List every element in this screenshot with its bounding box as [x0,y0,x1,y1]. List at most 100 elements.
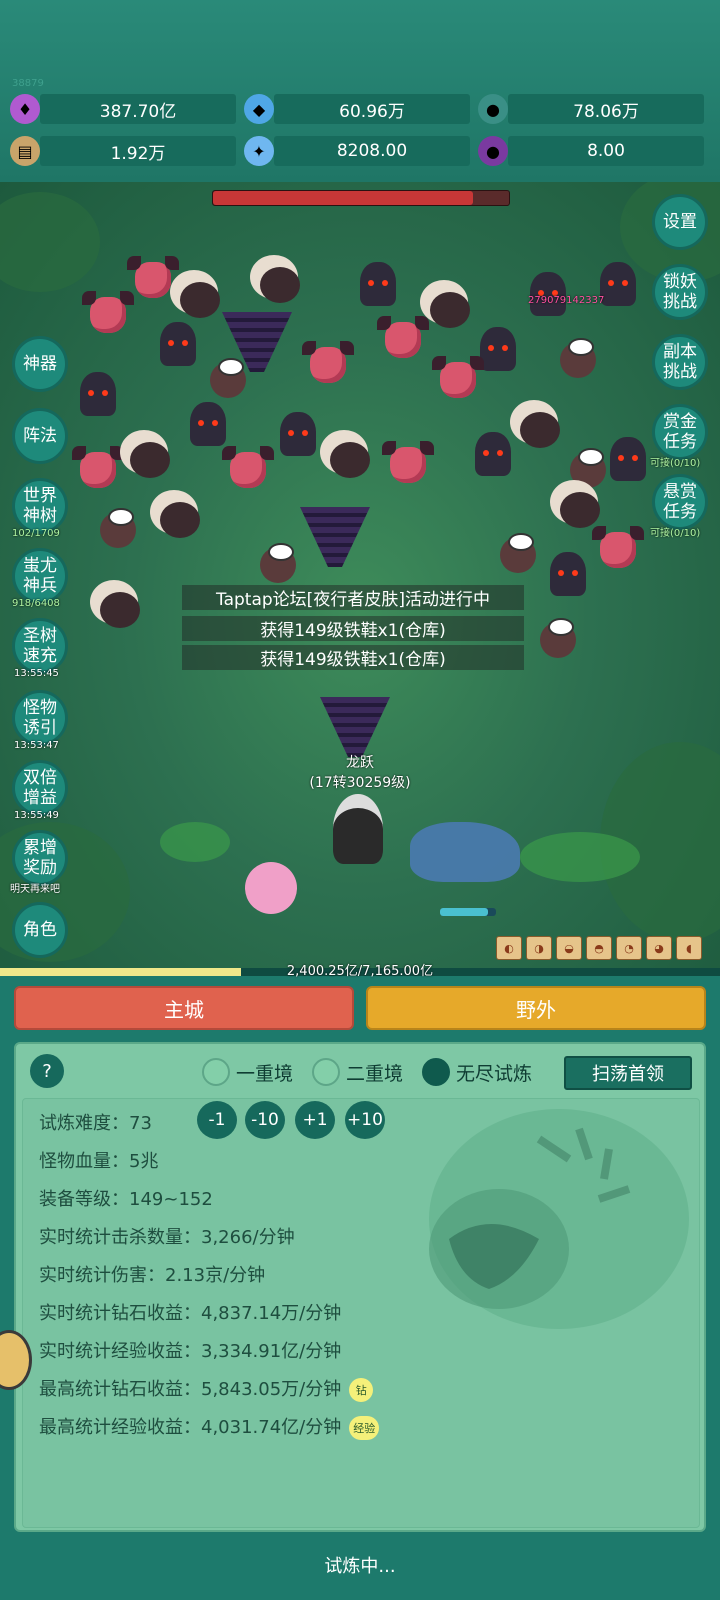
help-button[interactable]: ? [30,1054,64,1088]
monster [210,358,246,398]
boss-health-bar [212,190,510,206]
monster [80,372,116,416]
monster [600,262,636,306]
announcement-message: Taptap论坛[夜行者皮肤]活动进行中 [182,585,524,610]
character-button[interactable]: 角色 [12,902,68,958]
scroll-icon: ▤ [10,136,40,166]
monster [82,291,126,333]
monster [540,618,576,658]
buff-icons: ◐ ◑ ◒ ◓ ◔ ◕ ◖ [496,936,702,960]
monster [550,552,586,596]
resource-header: 38879 387.70亿 ♦ 60.96万 ◆ 78.06万 ● 1.92万 … [0,0,720,182]
monster [100,592,140,628]
demon-lock-challenge-button[interactable]: 锁妖 挑战 [652,264,708,320]
hero-name: 龙跃 [346,755,374,771]
double-buff-timer: 13:55:49 [14,810,59,821]
difficulty-minus-1-button[interactable]: -1 [197,1101,237,1139]
formation-button[interactable]: 阵法 [12,408,68,464]
monster [280,412,316,456]
monster [480,327,516,371]
monster [475,432,511,476]
monster [190,402,226,446]
radio-dot-selected [422,1058,450,1086]
double-buff-button[interactable]: 双倍 增益 [12,760,68,816]
max-exp-stat: 最高统计经验收益：4,031.74亿/分钟 经验 [39,1413,380,1440]
dungeon-challenge-button[interactable]: 副本 挑战 [652,334,708,390]
diamond-rate-stat: 实时统计钻石收益：4,837.14万/分钟 [39,1303,342,1324]
buff-icon: ◒ [556,936,582,960]
mode-radio-1[interactable]: 一重境 [202,1058,293,1086]
player-uid: 38879 [12,78,44,89]
monster [302,341,346,383]
world-tree-progress: 102/1709 [12,528,60,539]
divine-weapon-progress: 918/6408 [12,598,60,609]
monster [520,412,560,448]
cumulative-reward-button[interactable]: 累增 奖励 [12,830,68,886]
divine-weapon-button[interactable]: 蚩尤 神兵 [12,548,68,604]
buff-icon: ◕ [646,936,672,960]
monster [432,356,476,398]
loot-message: 获得149级铁鞋x1(仓库) [182,616,524,641]
monster [500,533,536,573]
tree-recharge-timer: 13:55:45 [14,668,59,679]
monster [160,322,196,366]
tornado-effect [320,697,390,757]
resource-diamonds: 60.96万 [274,94,470,124]
mode-radio-endless[interactable]: 无尽试炼 [422,1058,532,1086]
resource-scrolls: 1.92万 [40,136,236,166]
exp-rate-stat: 实时统计经验收益：3,334.91亿/分钟 [39,1341,342,1362]
buff-icon: ◔ [616,936,642,960]
monster [72,446,116,488]
pink-companion [245,862,297,914]
monster [382,441,426,483]
buff-icon: ◖ [676,936,702,960]
kill-rate-stat: 实时统计击杀数量：3,266/分钟 [39,1227,295,1248]
resource-crystals: 8208.00 [274,136,470,166]
bounty-task-button[interactable]: 赏金 任务 [652,404,708,460]
monster-lure-button[interactable]: 怪物 诱引 [12,690,68,746]
tree-recharge-button[interactable]: 圣树 速充 [12,618,68,674]
teal-orb-icon: ● [478,94,508,124]
monster [260,267,300,303]
monster [222,446,266,488]
trial-stats-area: 试炼难度：73 -1 -10 +1 +10 怪物血量：5兆 装备等级：149~1… [22,1098,700,1528]
monster [430,292,470,328]
wild-tab[interactable]: 野外 [366,986,706,1030]
main-city-tab[interactable]: 主城 [14,986,354,1030]
equipment-level-stat: 装备等级：149~152 [39,1189,213,1210]
difficulty-minus-10-button[interactable]: -10 [245,1101,285,1139]
difficulty-plus-10-button[interactable]: +10 [345,1101,385,1139]
max-diamond-stat: 最高统计钻石收益：5,843.05万/分钟钻 [39,1375,374,1402]
exp-badge-icon: 经验 [349,1416,380,1440]
monster [180,282,220,318]
monster [592,526,636,568]
sweep-boss-button[interactable]: 扫荡首领 [564,1056,692,1090]
radio-dot [312,1058,340,1086]
reward-task-status: 可接(0/10) [650,528,701,539]
loot-message: 获得149级铁鞋x1(仓库) [182,645,524,670]
radio-dot [202,1058,230,1086]
damage-rate-stat: 实时统计伤害：2.13京/分钟 [39,1265,266,1286]
monster [360,262,396,306]
monster [130,442,170,478]
monster [530,272,566,316]
monster [127,256,171,298]
monster [100,508,136,548]
artifact-button[interactable]: 神器 [12,336,68,392]
monster [260,543,296,583]
mode-radio-2[interactable]: 二重境 [312,1058,403,1086]
cumulative-reward-status: 明天再来吧 [10,884,60,895]
buff-icon: ◐ [496,936,522,960]
resource-pots: 8.00 [508,136,704,166]
boss-health-fill [213,191,474,205]
monster-hp-stat: 怪物血量：5兆 [39,1151,159,1172]
dragon-pet [410,822,520,882]
world-tree-button[interactable]: 世界 神树 [12,478,68,534]
purple-pot-icon: ● [478,136,508,166]
difficulty-plus-1-button[interactable]: +1 [295,1101,335,1139]
settings-button[interactable]: 设置 [652,194,708,250]
reward-task-button[interactable]: 悬赏 任务 [652,474,708,530]
hero-level: (17转30259级) [309,775,411,791]
monster [560,492,600,528]
experience-text: 2,400.25亿/7,165.00亿 [286,964,434,979]
